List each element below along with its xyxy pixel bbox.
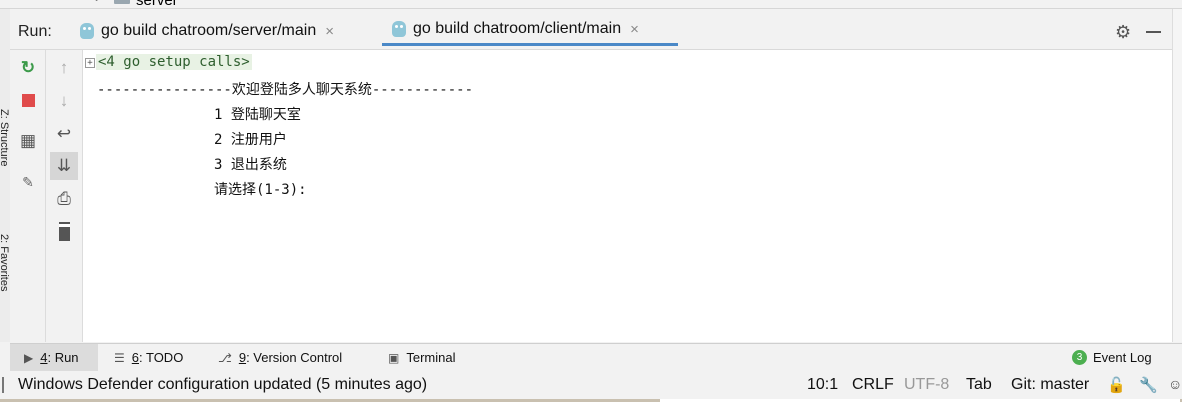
status-message[interactable]: Windows Defender configuration updated (… (18, 376, 427, 394)
run-toolbar-secondary: ↑ ↓ ↩ ⇊ ⎙ (46, 50, 83, 342)
tool-window-label: : Run (47, 350, 79, 365)
lock-icon[interactable]: 🔓 (1107, 376, 1126, 394)
branch-icon: ⎇ (218, 350, 232, 365)
run-panel-header: Run: go build chatroom/server/main × go … (10, 9, 1172, 50)
indent-setting[interactable]: Tab (966, 376, 992, 394)
folder-icon (114, 0, 130, 4)
arrow-up-icon[interactable]: ↑ (52, 56, 76, 80)
gear-icon[interactable]: ⚙ (1115, 22, 1131, 43)
tab-client-main[interactable]: go build chatroom/client/main × (382, 15, 678, 46)
tool-window-label: : TODO (139, 350, 184, 365)
tool-window-event-log[interactable]: 3 Event Log (1072, 344, 1152, 371)
user-icon[interactable]: ☺ (1168, 376, 1182, 392)
tool-window-key: 6 (131, 350, 139, 365)
console-line-prompt: 请选择(1-3): (214, 182, 307, 198)
event-count-badge: 3 (1072, 350, 1087, 365)
tab-server-main[interactable]: go build chatroom/server/main × (80, 15, 334, 47)
tool-window-run[interactable]: ▶ 4 : Run (10, 344, 98, 371)
minimize-icon[interactable] (1146, 31, 1161, 33)
terminal-icon: ▣ (388, 350, 400, 365)
tool-window-bar: ▶ 4 : Run ☰ 6 : TODO ⎇ 9 : Version Contr… (10, 343, 1182, 372)
chevron-down-icon[interactable]: ⌄ (92, 0, 101, 4)
console-line-option-2: 2 注册用户 (214, 132, 287, 148)
print-icon[interactable]: ⎙ (52, 187, 76, 211)
console-line-banner: ----------------欢迎登陆多人聊天系统------------ (97, 82, 474, 98)
tab-label: go build chatroom/server/main (101, 22, 317, 39)
console-output[interactable]: + <4 go setup calls> ----------------欢迎登… (83, 50, 1172, 342)
caret-position[interactable]: 10:1 (807, 376, 838, 394)
fold-toggle-icon[interactable]: + (85, 58, 95, 68)
status-bar: Windows Defender configuration updated (… (0, 371, 1182, 399)
tool-window-terminal[interactable]: ▣ Terminal (388, 344, 455, 371)
tool-window-version-control[interactable]: ⎇ 9 : Version Control (218, 344, 342, 371)
list-icon: ☰ (114, 350, 125, 365)
tab-label: go build chatroom/client/main (413, 20, 622, 37)
tool-window-label: : Version Control (246, 350, 343, 365)
gopher-icon (80, 23, 94, 39)
run-toolbar-primary: ↻ ▦ ✎ (10, 50, 46, 342)
stop-icon[interactable] (16, 88, 40, 112)
file-encoding[interactable]: UTF-8 (904, 376, 949, 394)
git-branch[interactable]: Git: master (1011, 376, 1089, 394)
right-scroll-strip (1172, 9, 1182, 342)
setup-calls-fold[interactable]: <4 go setup calls> (96, 54, 252, 70)
tool-window-key: 4 (40, 350, 48, 365)
status-indicator-icon (2, 377, 4, 393)
console-line-option-3: 3 退出系统 (214, 157, 287, 173)
run-label: Run: (18, 23, 52, 40)
close-icon[interactable]: × (630, 21, 639, 38)
console-line-option-1: 1 登陆聊天室 (214, 107, 301, 123)
rerun-icon[interactable]: ↻ (16, 56, 40, 80)
arrow-down-icon[interactable]: ↓ (52, 89, 76, 113)
gopher-icon (392, 21, 406, 37)
layout-icon[interactable]: ▦ (16, 129, 40, 153)
tree-item-server[interactable]: server (136, 0, 178, 8)
project-tree-sliver: ⌄ server (0, 0, 1182, 9)
tool-window-label: Terminal (406, 350, 456, 365)
tool-window-todo[interactable]: ☰ 6 : TODO (114, 344, 183, 371)
wrench-icon[interactable]: 🔧 (1139, 376, 1158, 394)
tool-window-label: Event Log (1093, 350, 1152, 365)
run-play-icon: ▶ (24, 350, 34, 365)
scroll-to-end-icon[interactable]: ⇊ (50, 152, 78, 180)
line-separator[interactable]: CRLF (852, 376, 894, 394)
soft-wrap-icon[interactable]: ↩ (52, 122, 76, 146)
structure-side-tab[interactable]: Z: Structure (0, 109, 10, 166)
favorites-side-tab[interactable]: 2: Favorites (0, 234, 10, 291)
tool-window-key: 9 (238, 350, 247, 365)
pin-icon[interactable]: ✎ (16, 170, 40, 194)
close-icon[interactable]: × (325, 23, 334, 40)
trash-icon[interactable] (52, 220, 76, 244)
